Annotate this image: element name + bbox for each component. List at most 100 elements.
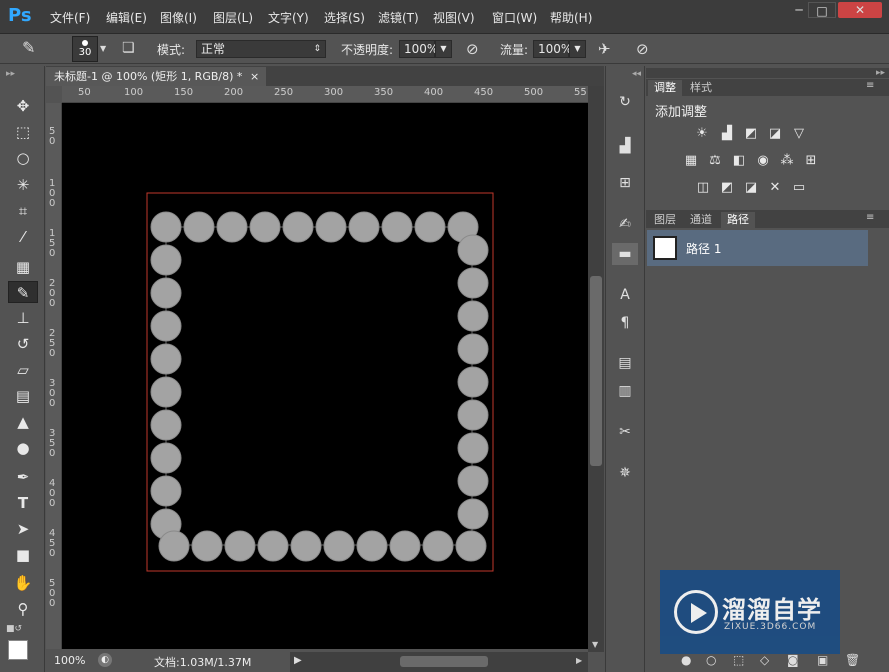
- brush-presets-panel-icon[interactable]: ✍: [612, 213, 638, 235]
- curves-icon[interactable]: ◩: [742, 127, 760, 141]
- type-icon[interactable]: T: [8, 492, 38, 514]
- menu-view[interactable]: 视图(V): [433, 9, 475, 26]
- menu-select[interactable]: 选择(S): [324, 9, 365, 26]
- document-canvas[interactable]: [62, 103, 588, 649]
- layer-comps-panel-icon[interactable]: ▥: [612, 380, 638, 402]
- eraser-icon[interactable]: ▱: [8, 359, 38, 381]
- chevron-down-icon[interactable]: ▼: [569, 40, 586, 58]
- status-icon[interactable]: ◐: [98, 653, 112, 667]
- marquee-icon[interactable]: ⬚: [8, 121, 38, 143]
- load-selection-icon[interactable]: ⬚: [733, 653, 744, 667]
- close-button[interactable]: ✕: [838, 2, 882, 18]
- panel-menu-icon[interactable]: ≡: [866, 212, 874, 223]
- new-path-icon[interactable]: ▣: [817, 653, 828, 667]
- notes-panel-icon[interactable]: ▤: [612, 352, 638, 374]
- zoom-icon[interactable]: ⚲: [8, 598, 38, 620]
- rectangle-icon[interactable]: ■: [8, 544, 38, 566]
- move-icon[interactable]: ✥: [8, 95, 38, 117]
- dodge-icon[interactable]: ●: [8, 437, 38, 459]
- menu-window[interactable]: 窗口(W): [492, 9, 537, 26]
- eyedropper-icon[interactable]: ⁄: [8, 226, 38, 248]
- close-tab-icon[interactable]: ×: [250, 67, 259, 86]
- menu-help[interactable]: 帮助(H): [550, 9, 592, 26]
- color-lookup-icon[interactable]: ⊞: [802, 154, 820, 168]
- add-mask-icon[interactable]: ◙: [787, 653, 799, 667]
- gradient-map-icon[interactable]: ▭: [790, 181, 808, 195]
- make-work-path-icon[interactable]: ◇: [760, 653, 769, 667]
- tab-paths[interactable]: 路径: [721, 212, 755, 228]
- menu-edit[interactable]: 编辑(E): [106, 9, 147, 26]
- brush-icon[interactable]: ✎: [8, 281, 38, 303]
- selective-color-icon[interactable]: ✕: [766, 181, 784, 195]
- crop-icon[interactable]: ⌗: [8, 200, 38, 222]
- history-brush-icon[interactable]: ↺: [8, 333, 38, 355]
- trash-icon[interactable]: 🗑: [845, 653, 860, 667]
- magic-wand-icon[interactable]: ✳: [8, 174, 38, 196]
- posterize-icon[interactable]: ◩: [718, 181, 736, 195]
- brush-tool-icon[interactable]: ✎: [22, 38, 52, 60]
- hand-icon[interactable]: ✋: [8, 572, 38, 594]
- levels-icon[interactable]: ▟: [718, 127, 736, 141]
- vibrance-icon[interactable]: ▽: [790, 127, 808, 141]
- channel-mixer-icon[interactable]: ⁂: [778, 154, 796, 168]
- lasso-icon[interactable]: ○: [8, 147, 38, 169]
- scroll-right-icon[interactable]: ▶: [576, 656, 582, 665]
- vertical-scroll-thumb[interactable]: [590, 276, 602, 466]
- maximize-button[interactable]: □: [808, 2, 836, 18]
- hue-saturation-icon[interactable]: ▦: [682, 154, 700, 168]
- tab-adjustments[interactable]: 调整: [648, 80, 682, 96]
- chevron-down-icon[interactable]: ▼: [435, 40, 452, 58]
- stroke-path-icon[interactable]: ○: [706, 653, 716, 667]
- menu-file[interactable]: 文件(F): [50, 9, 90, 26]
- tab-layers[interactable]: 图层: [648, 212, 682, 228]
- brush-panel-icon[interactable]: ❏: [122, 40, 135, 56]
- collapse-icon[interactable]: ▸▸: [6, 69, 15, 79]
- pen-icon[interactable]: ✒: [8, 466, 38, 488]
- tab-styles[interactable]: 样式: [684, 80, 718, 96]
- path-select-icon[interactable]: ➤: [8, 518, 38, 540]
- horizontal-scrollbar[interactable]: ▶ ▶: [290, 652, 588, 672]
- histogram-panel-icon[interactable]: ▟: [612, 135, 638, 157]
- flow-input[interactable]: 100%: [533, 40, 572, 58]
- exposure-icon[interactable]: ◪: [766, 127, 784, 141]
- brush-panel-icon[interactable]: ▬: [612, 243, 638, 265]
- airbrush-icon[interactable]: ✈: [598, 40, 611, 58]
- photo-filter-icon[interactable]: ◉: [754, 154, 772, 168]
- scroll-down-icon[interactable]: ▼: [592, 640, 598, 649]
- status-menu-arrow-icon[interactable]: ▶: [294, 655, 302, 666]
- document-tab[interactable]: 未标题-1 @ 100% (矩形 1, RGB/8) * ×: [46, 67, 266, 86]
- menu-layer[interactable]: 图层(L): [213, 9, 253, 26]
- character-panel-icon[interactable]: A: [612, 284, 638, 306]
- brush-preset-picker[interactable]: 30: [72, 36, 98, 62]
- panel-menu-icon[interactable]: ≡: [866, 80, 874, 91]
- chevron-down-icon[interactable]: ▼: [100, 44, 106, 53]
- foreground-color-swatch[interactable]: [8, 640, 28, 660]
- pressure-opacity-icon[interactable]: ⊘: [466, 40, 479, 58]
- tab-channels[interactable]: 通道: [684, 212, 718, 228]
- vertical-scrollbar[interactable]: ▼: [588, 86, 604, 652]
- default-colors-icon[interactable]: ■↺: [6, 624, 22, 634]
- healing-icon[interactable]: ▦: [8, 256, 38, 278]
- menu-filter[interactable]: 滤镜(T): [378, 9, 419, 26]
- black-white-icon[interactable]: ◧: [730, 154, 748, 168]
- expand-icon[interactable]: ◂◂: [632, 69, 641, 79]
- info-panel-icon[interactable]: ⊞: [612, 172, 638, 194]
- tool-presets-panel-icon[interactable]: ✂: [612, 421, 638, 443]
- navigator-panel-icon[interactable]: ✵: [612, 462, 638, 484]
- menu-type[interactable]: 文字(Y): [268, 9, 309, 26]
- gradient-icon[interactable]: ▤: [8, 385, 38, 407]
- paragraph-panel-icon[interactable]: ¶: [612, 312, 638, 334]
- fill-path-icon[interactable]: ●: [681, 653, 691, 667]
- threshold-icon[interactable]: ◪: [742, 181, 760, 195]
- history-panel-icon[interactable]: ↻: [612, 91, 638, 113]
- collapse-icon[interactable]: ▸▸: [876, 68, 885, 78]
- menu-image[interactable]: 图像(I): [160, 9, 197, 26]
- pressure-size-icon[interactable]: ⊘: [636, 40, 649, 58]
- brightness-icon[interactable]: ☀: [693, 127, 711, 141]
- invert-icon[interactable]: ◫: [694, 181, 712, 195]
- zoom-level[interactable]: 100%: [54, 654, 85, 667]
- horizontal-scroll-thumb[interactable]: [400, 656, 488, 667]
- opacity-input[interactable]: 100%: [399, 40, 438, 58]
- stamp-icon[interactable]: ⊥: [8, 307, 38, 329]
- color-balance-icon[interactable]: ⚖: [706, 154, 724, 168]
